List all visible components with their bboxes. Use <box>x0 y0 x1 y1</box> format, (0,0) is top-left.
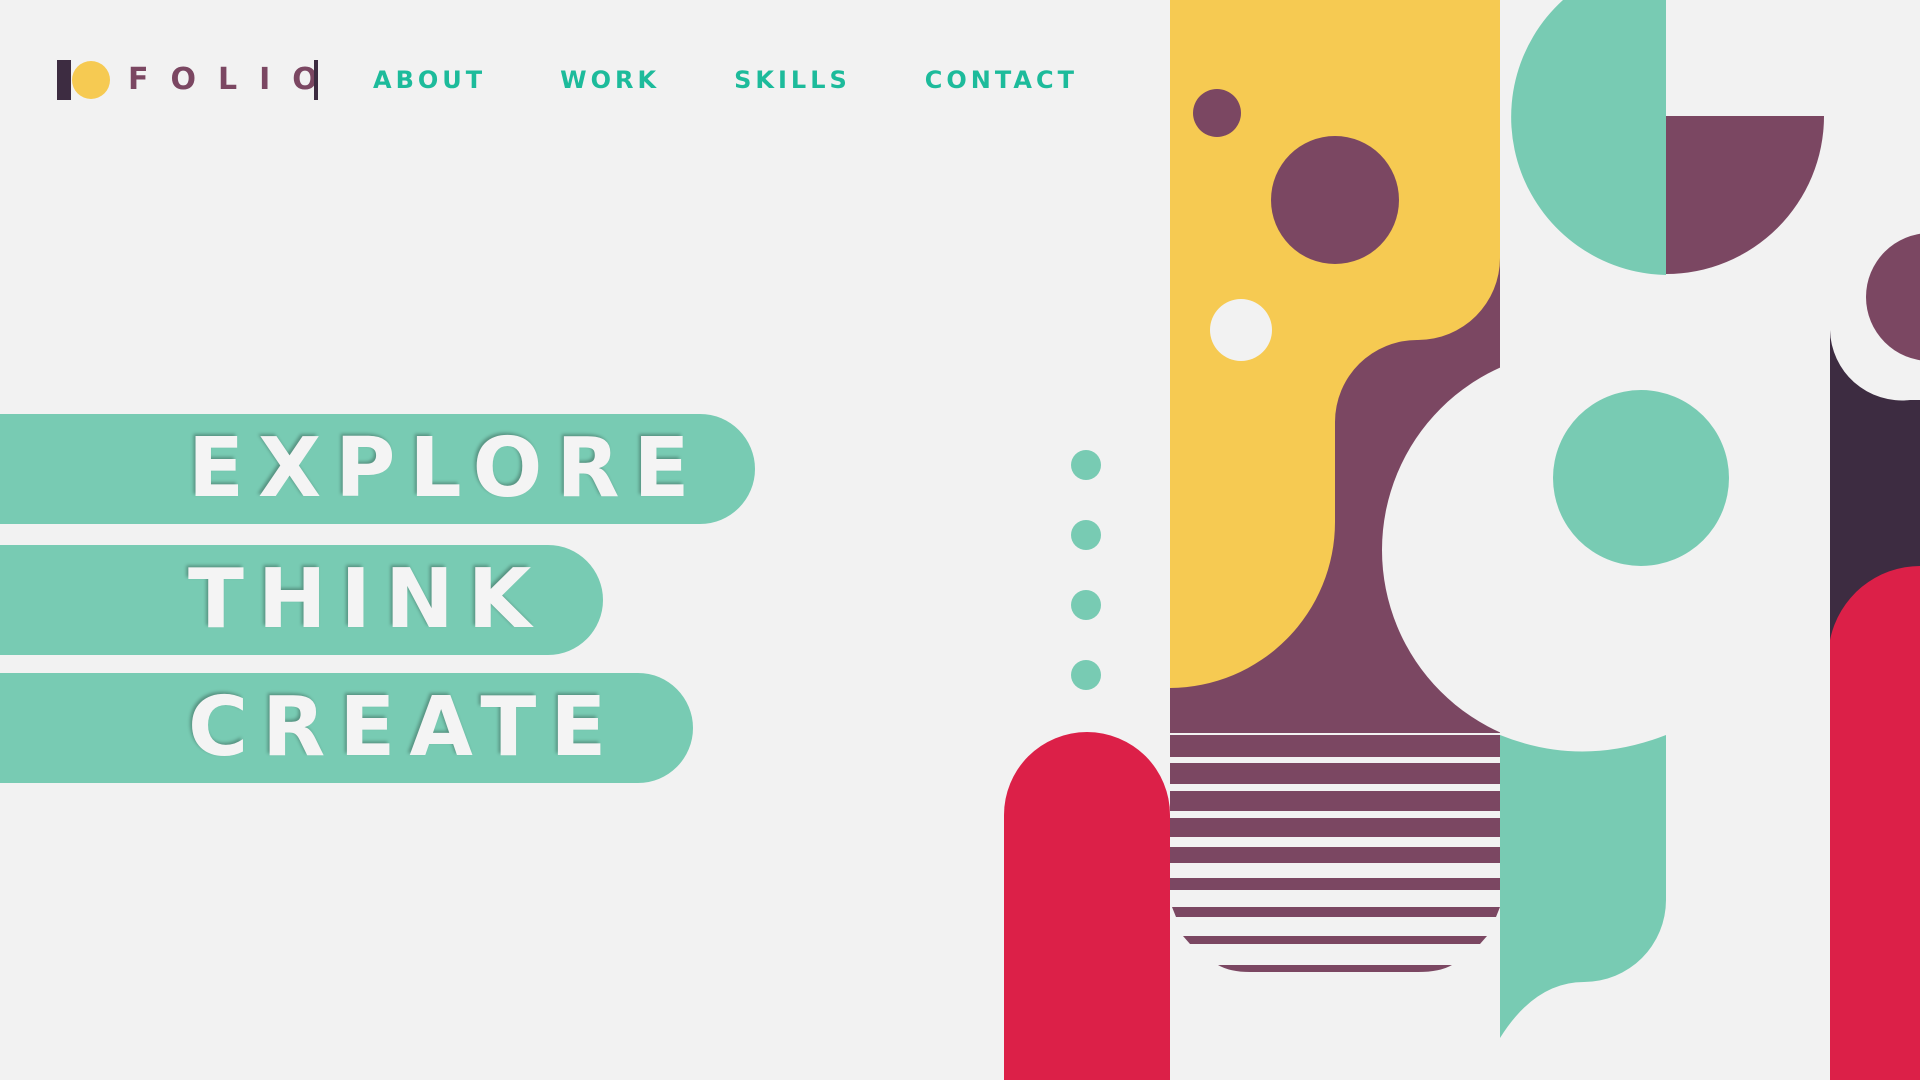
cutout-circle-shape <box>1382 367 1500 733</box>
teal-half-circle-shape <box>1511 0 1666 275</box>
plum-circle-shape <box>1271 136 1399 264</box>
geometric-artwork <box>1004 0 1920 1080</box>
dot-shape <box>1071 520 1101 550</box>
plum-quarter-shape <box>1666 116 1824 274</box>
teal-circle-shape <box>1553 390 1729 566</box>
red-column-shape <box>1830 566 1920 1080</box>
white-circle-shape <box>1210 299 1272 361</box>
plum-edge-circle-shape <box>1866 233 1920 361</box>
page: FOLIO ABOUT WORK SKILLS CONTACT EXPLORE … <box>0 0 1920 1080</box>
dot-shape <box>1071 590 1101 620</box>
dot-shape <box>1071 450 1101 480</box>
dot-shape <box>1071 660 1101 690</box>
red-arch-shape <box>1004 732 1170 1080</box>
teal-wave-shape <box>1500 735 1666 1038</box>
plum-small-circle-shape <box>1193 89 1241 137</box>
striped-base-shape <box>1170 735 1500 972</box>
